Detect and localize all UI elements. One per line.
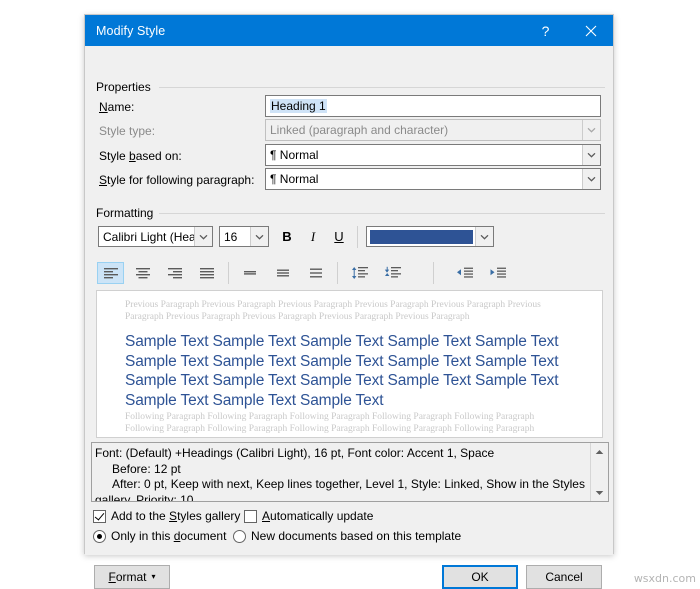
checkbox-icon xyxy=(244,509,257,523)
formatting-group-label: Formatting xyxy=(93,206,157,220)
line-spacing-double-icon xyxy=(309,268,322,278)
font-color-combo[interactable] xyxy=(366,226,494,247)
line-spacing-single-button[interactable] xyxy=(236,262,263,284)
description-line-3: After: 0 pt, Keep with next, Keep lines … xyxy=(112,477,585,491)
line-spacing-single-icon xyxy=(243,271,256,275)
style-name-input[interactable]: Heading 1 xyxy=(265,95,601,117)
underline-button[interactable]: U xyxy=(327,226,351,247)
font-name-combo[interactable]: Calibri Light (Head xyxy=(98,226,213,247)
font-name-chevron-down-icon[interactable] xyxy=(194,227,212,246)
align-justify-button[interactable] xyxy=(193,262,220,284)
font-size-chevron-down-icon[interactable] xyxy=(250,227,268,246)
align-center-icon xyxy=(135,268,150,279)
toolbar-separator-4 xyxy=(433,262,434,284)
name-label: Name: xyxy=(99,100,135,114)
preview-previous-paragraph: Previous Paragraph Previous Paragraph Pr… xyxy=(125,300,541,322)
style-name-value: Heading 1 xyxy=(270,99,327,113)
style-following-value: ¶ Normal xyxy=(270,172,319,186)
font-name-value: Calibri Light (Head xyxy=(103,229,203,244)
scroll-down-icon[interactable] xyxy=(591,484,608,501)
toolbar-separator-3 xyxy=(337,262,338,284)
align-left-button[interactable] xyxy=(97,262,124,284)
only-in-this-document-radio[interactable]: Only in this document xyxy=(93,529,226,543)
scrollbar-track[interactable] xyxy=(591,460,608,484)
increase-indent-icon xyxy=(490,267,506,278)
style-following-label: Style for following paragraph: xyxy=(99,173,255,187)
description-line-2: Before: 12 pt xyxy=(112,461,181,476)
line-spacing-double-button[interactable] xyxy=(302,262,329,284)
automatically-update-label: Automatically update xyxy=(262,509,374,523)
formatting-group-divider xyxy=(159,213,605,214)
toolbar-separator-2 xyxy=(228,262,229,284)
style-based-on-combo[interactable]: ¶ Normal xyxy=(265,144,601,166)
decrease-indent-icon xyxy=(456,267,473,278)
close-icon[interactable] xyxy=(568,15,613,46)
increase-paragraph-spacing-button[interactable] xyxy=(379,262,406,284)
style-description-box: Font: (Default) +Headings (Calibri Light… xyxy=(91,442,609,502)
caret-down-icon: ▾ xyxy=(151,572,156,581)
italic-button[interactable]: I xyxy=(301,226,325,247)
style-type-chevron-down-icon xyxy=(582,120,600,140)
align-justify-icon xyxy=(199,268,214,279)
style-following-chevron-down-icon[interactable] xyxy=(582,169,600,189)
titlebar-buttons: ? xyxy=(523,15,613,46)
scroll-up-icon[interactable] xyxy=(591,443,608,460)
new-documents-radio[interactable]: New documents based on this template xyxy=(233,529,461,543)
new-documents-label: New documents based on this template xyxy=(251,529,462,543)
add-to-styles-gallery-checkbox[interactable]: Add to the Styles gallery xyxy=(93,509,240,523)
format-button-label: Format xyxy=(108,570,147,584)
decrease-indent-button[interactable] xyxy=(451,262,478,284)
line-spacing-1-5-button[interactable] xyxy=(269,262,296,284)
style-type-combo: Linked (paragraph and character) xyxy=(265,119,601,141)
dialog-body: Properties Name: Heading 1 Style type: L… xyxy=(85,46,613,589)
radio-icon xyxy=(93,529,106,543)
description-line-4: gallery, Priority: 10 xyxy=(95,492,194,502)
properties-group-label: Properties xyxy=(93,80,154,94)
ok-button[interactable]: OK xyxy=(442,565,518,589)
screenshot-root: Modify Style ? Properties Name: Heading … xyxy=(0,0,700,589)
style-description-text: Font: (Default) +Headings (Calibri Light… xyxy=(92,443,608,502)
checkbox-icon xyxy=(93,509,106,523)
align-left-icon xyxy=(103,268,118,279)
bold-button[interactable]: B xyxy=(275,226,299,247)
style-based-on-label: Style based on: xyxy=(99,149,182,163)
style-type-label: Style type: xyxy=(99,124,156,138)
description-line-1: Font: (Default) +Headings (Calibri Light… xyxy=(95,446,495,460)
align-right-icon xyxy=(167,268,182,279)
increase-paragraph-spacing-icon xyxy=(384,266,401,278)
align-right-button[interactable] xyxy=(161,262,188,284)
toolbar-separator-1 xyxy=(357,226,358,248)
radio-icon xyxy=(233,529,246,543)
decrease-paragraph-spacing-button[interactable] xyxy=(346,262,373,284)
style-type-value: Linked (paragraph and character) xyxy=(270,123,449,137)
style-based-on-chevron-down-icon[interactable] xyxy=(582,145,600,165)
dialog-titlebar[interactable]: Modify Style ? xyxy=(85,15,613,46)
only-in-this-document-label: Only in this document xyxy=(111,529,227,543)
modify-style-dialog: Modify Style ? Properties Name: Heading … xyxy=(84,14,614,589)
increase-indent-button[interactable] xyxy=(484,262,511,284)
preview-sample-text: Sample Text Sample Text Sample Text Samp… xyxy=(125,333,559,409)
add-to-styles-gallery-label: Add to the Styles gallery xyxy=(111,509,241,523)
preview-following-paragraph: Following Paragraph Following Paragraph … xyxy=(125,412,535,434)
dialog-title: Modify Style xyxy=(96,23,166,38)
align-center-button[interactable] xyxy=(129,262,156,284)
font-color-chevron-down-icon[interactable] xyxy=(475,227,493,246)
cancel-button[interactable]: Cancel xyxy=(526,565,602,589)
font-size-value: 16 xyxy=(224,229,238,244)
style-following-combo[interactable]: ¶ Normal xyxy=(265,168,601,190)
font-size-combo[interactable]: 16 xyxy=(219,226,269,247)
style-preview-pane: Previous Paragraph Previous Paragraph Pr… xyxy=(96,290,603,438)
watermark: wsxdn.com xyxy=(633,572,696,585)
decrease-paragraph-spacing-icon xyxy=(351,267,368,279)
automatically-update-checkbox[interactable]: Automatically update xyxy=(244,509,373,523)
font-color-swatch xyxy=(370,230,473,244)
line-spacing-1.5-icon xyxy=(276,269,289,277)
help-icon[interactable]: ? xyxy=(523,15,568,46)
properties-group-divider xyxy=(159,87,605,88)
style-based-on-value: ¶ Normal xyxy=(270,148,319,162)
format-button[interactable]: Format ▾ xyxy=(94,565,170,589)
description-scrollbar[interactable] xyxy=(590,443,608,501)
